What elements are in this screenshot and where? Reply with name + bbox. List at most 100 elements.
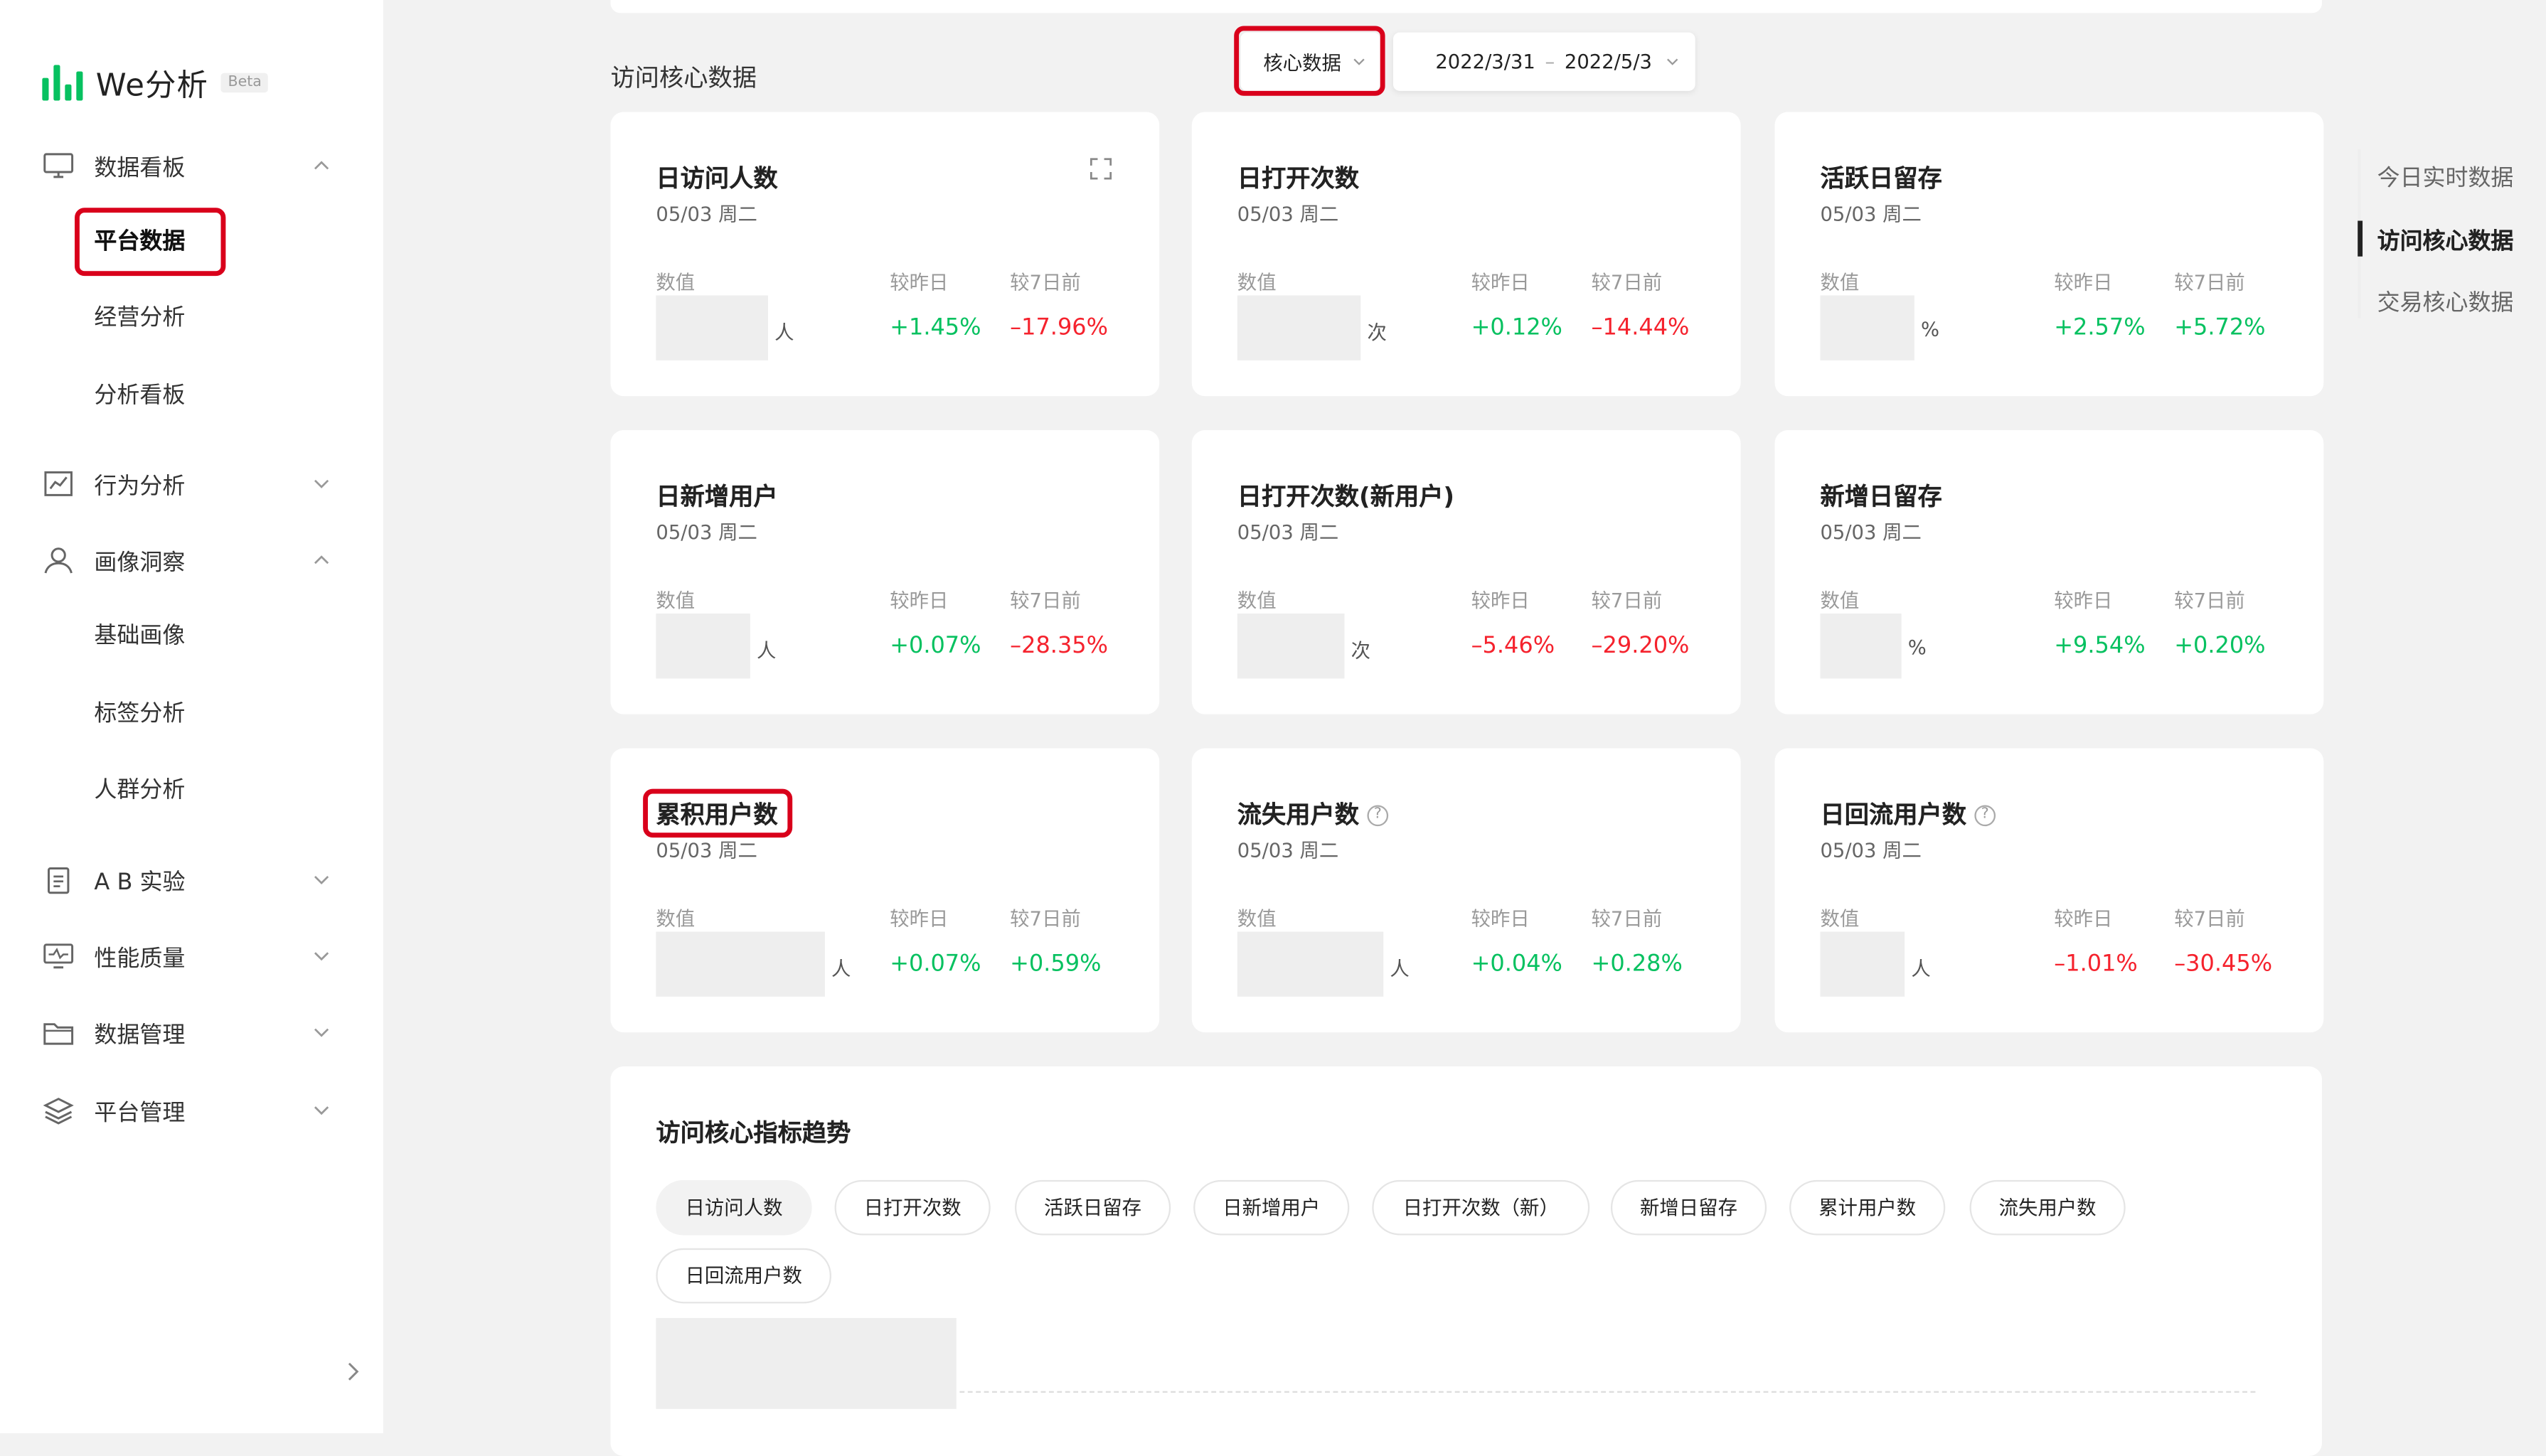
trend-metric-pill[interactable]: 活跃日留存 bbox=[1015, 1179, 1171, 1236]
value-header: 数值 bbox=[1237, 907, 1277, 931]
chart-value-placeholder bbox=[656, 1317, 957, 1409]
sidebar-group-behavior[interactable]: 行为分析 bbox=[0, 459, 383, 508]
metric-unit: 人 bbox=[1390, 958, 1410, 981]
vs-yesterday-header: 较昨日 bbox=[1471, 589, 1530, 612]
sidebar-group-platform-management[interactable]: 平台管理 bbox=[0, 1086, 383, 1134]
metric-value-placeholder bbox=[1820, 295, 1914, 360]
date-start: 2022/3/31 bbox=[1435, 50, 1535, 73]
vs-yesterday-value: +0.07% bbox=[890, 951, 981, 978]
date-range-picker[interactable]: 2022/3/31 – 2022/5/3 bbox=[1392, 32, 1695, 91]
vs-yesterday-value: –1.01% bbox=[2054, 951, 2138, 978]
vs-7days-header: 较7日前 bbox=[1591, 271, 1663, 294]
vs-yesterday-header: 较昨日 bbox=[890, 907, 949, 931]
help-icon[interactable]: ? bbox=[1367, 805, 1389, 827]
sidebar-group-label: A B 实验 bbox=[94, 869, 186, 896]
metric-date: 05/03 周二 bbox=[1237, 839, 1339, 862]
sidebar-group-ab-test[interactable]: A B 实验 bbox=[0, 855, 383, 904]
line-chart-icon bbox=[44, 471, 73, 496]
metric-title: 日打开次数 bbox=[1237, 164, 1360, 193]
app-name: We分析 bbox=[95, 67, 209, 103]
anchor-trade-core[interactable]: 交易核心数据 bbox=[2377, 286, 2546, 318]
sidebar-group-portrait[interactable]: 画像洞察 bbox=[0, 535, 383, 584]
metric-unit: 次 bbox=[1367, 321, 1387, 345]
vs-yesterday-header: 较昨日 bbox=[890, 589, 949, 612]
vs-yesterday-header: 较昨日 bbox=[890, 271, 949, 294]
vs-yesterday-header: 较昨日 bbox=[2054, 271, 2113, 294]
trend-metric-pill[interactable]: 日回流用户数 bbox=[656, 1248, 831, 1304]
collapse-sidebar-icon[interactable] bbox=[338, 1357, 367, 1386]
metric-date: 05/03 周二 bbox=[1237, 203, 1339, 226]
metric-value-placeholder bbox=[656, 614, 750, 679]
monitor-icon bbox=[43, 153, 74, 178]
metric-title: 日访问人数 bbox=[656, 164, 778, 193]
metric-value-placeholder bbox=[656, 931, 825, 997]
metric-card: 活跃日留存 05/03 周二 数值 较昨日 较7日前% +2.57% +5.72% bbox=[1774, 112, 2324, 397]
value-header: 数值 bbox=[656, 589, 696, 612]
value-header: 数值 bbox=[1820, 589, 1860, 612]
anchor-access-core[interactable]: 访问核心数据 bbox=[2377, 224, 2546, 257]
date-end: 2022/5/3 bbox=[1564, 50, 1653, 73]
vs-yesterday-header: 较昨日 bbox=[2054, 589, 2113, 612]
vs-7days-value: +5.72% bbox=[2174, 314, 2266, 341]
metric-title: 新增日留存 bbox=[1820, 482, 1942, 512]
chevron-down-icon bbox=[314, 479, 329, 488]
beta-badge: Beta bbox=[221, 73, 269, 93]
metric-value-placeholder bbox=[1820, 614, 1902, 679]
trend-metric-pill[interactable]: 流失用户数 bbox=[1969, 1179, 2126, 1236]
metric-date: 05/03 周二 bbox=[1820, 839, 1922, 862]
trend-metric-pill[interactable]: 日打开次数 bbox=[834, 1179, 991, 1236]
metric-unit: 人 bbox=[831, 958, 851, 981]
anchor-indicator bbox=[2358, 220, 2363, 257]
metric-card: 日打开次数(新用户) 05/03 周二 数值 较昨日 较7日前次 –5.46% –29.20… bbox=[1191, 430, 1741, 714]
trend-metric-pill[interactable]: 日打开次数（新） bbox=[1372, 1179, 1590, 1236]
help-icon[interactable]: ? bbox=[1974, 805, 1996, 827]
metric-title: 活跃日留存 bbox=[1820, 164, 1942, 193]
trend-metric-pill[interactable]: 日访问人数 bbox=[656, 1179, 812, 1236]
metric-date: 05/03 周二 bbox=[1820, 520, 1922, 544]
metric-unit: 次 bbox=[1351, 639, 1371, 663]
metric-date: 05/03 周二 bbox=[656, 520, 757, 544]
chevron-down-icon bbox=[314, 875, 329, 884]
sidebar-group-dashboard[interactable]: 数据看板 bbox=[0, 141, 383, 190]
sidebar-item-business-analysis[interactable]: 经营分析 bbox=[94, 296, 353, 341]
expand-icon[interactable] bbox=[1088, 156, 1114, 182]
metric-date: 05/03 周二 bbox=[656, 839, 757, 862]
category-select[interactable]: 核心数据 bbox=[1240, 32, 1380, 91]
metric-value-placeholder bbox=[656, 295, 768, 360]
metric-unit: 人 bbox=[1911, 958, 1931, 981]
trend-metric-pill[interactable]: 新增日留存 bbox=[1610, 1179, 1767, 1236]
sidebar-item-crowd-analysis[interactable]: 人群分析 bbox=[94, 768, 353, 813]
vs-7days-header: 较7日前 bbox=[1010, 271, 1081, 294]
vs-7days-value: –29.20% bbox=[1591, 633, 1690, 659]
clipboard-icon bbox=[48, 867, 70, 894]
metric-title: 流失用户数? bbox=[1237, 797, 1389, 831]
vs-7days-header: 较7日前 bbox=[1010, 589, 1081, 612]
sidebar-group-data-management[interactable]: 数据管理 bbox=[0, 1008, 383, 1056]
chevron-down-icon bbox=[314, 1106, 329, 1115]
top-panel-edge bbox=[610, 0, 2322, 14]
layers-icon bbox=[43, 1098, 74, 1125]
sidebar-group-performance[interactable]: 性能质量 bbox=[0, 932, 383, 980]
metric-value-placeholder bbox=[1237, 931, 1384, 997]
metric-card: 累积用户数 05/03 周二 数值 较昨日 较7日前人 +0.07% +0.59% bbox=[610, 748, 1160, 1033]
app-logo[interactable]: We分析 Beta bbox=[42, 62, 269, 104]
vs-yesterday-value: +0.04% bbox=[1471, 951, 1562, 978]
metric-title: 日新增用户 bbox=[656, 482, 778, 512]
vs-7days-header: 较7日前 bbox=[2174, 589, 2245, 612]
metric-unit: % bbox=[1907, 636, 1927, 659]
folder-icon bbox=[43, 1023, 74, 1045]
vs-7days-value: –17.96% bbox=[1010, 314, 1109, 341]
value-header: 数值 bbox=[1237, 271, 1277, 294]
trend-metric-pill[interactable]: 累计用户数 bbox=[1789, 1179, 1946, 1236]
metric-card: 流失用户数? 05/03 周二 数值 较昨日 较7日前人 +0.04% +0.28% bbox=[1191, 748, 1741, 1033]
anchor-today-realtime[interactable]: 今日实时数据 bbox=[2377, 161, 2546, 193]
trend-metric-pill[interactable]: 日新增用户 bbox=[1193, 1179, 1350, 1236]
vs-7days-header: 较7日前 bbox=[1591, 589, 1663, 612]
sidebar-item-analysis-board[interactable]: 分析看板 bbox=[94, 373, 353, 419]
sidebar-item-tag-analysis[interactable]: 标签分析 bbox=[94, 692, 353, 737]
sidebar-item-platform-data[interactable]: 平台数据 bbox=[94, 219, 353, 264]
metric-date: 05/03 周二 bbox=[1237, 520, 1339, 544]
sidebar-item-basic-portrait[interactable]: 基础画像 bbox=[94, 614, 353, 659]
sidebar-group-label: 数据看板 bbox=[94, 156, 186, 182]
vs-7days-value: –30.45% bbox=[2174, 951, 2273, 978]
